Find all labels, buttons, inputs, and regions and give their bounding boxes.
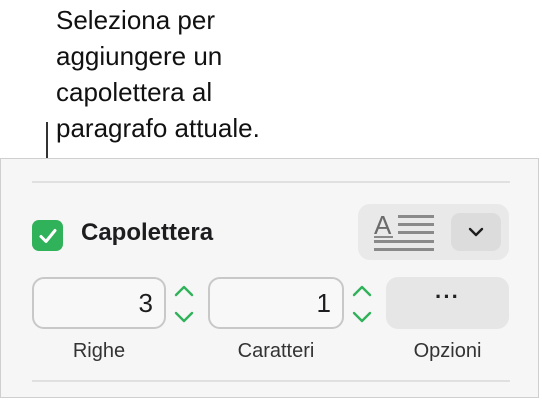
stepper-down-icon[interactable] <box>174 311 194 323</box>
options-button[interactable]: ··· <box>386 277 509 329</box>
drop-cap-checkbox[interactable] <box>32 220 63 251</box>
stepper-up-icon[interactable] <box>352 285 372 297</box>
options-label: Opzioni <box>413 340 482 362</box>
stepper-up-icon[interactable] <box>174 285 194 297</box>
callout-text: Seleziona per aggiungere un capolettera … <box>56 5 260 143</box>
drop-cap-style-control: A <box>358 204 509 260</box>
stepper-down-icon[interactable] <box>352 311 372 323</box>
rows-label: Righe <box>72 340 126 362</box>
drop-cap-style-dropdown-button[interactable] <box>451 213 501 251</box>
characters-field[interactable]: 1 <box>208 277 344 329</box>
svg-text:A: A <box>374 210 392 240</box>
top-divider <box>32 181 510 183</box>
characters-label: Caratteri <box>237 340 315 362</box>
checkmark-icon <box>39 228 56 243</box>
drop-cap-panel: Capolettera A 3 Righe 1 Caratteri ··· Op… <box>0 158 539 398</box>
drop-cap-label: Capolettera <box>81 219 214 246</box>
rows-field[interactable]: 3 <box>32 277 166 329</box>
rows-stepper[interactable] <box>173 283 195 327</box>
drop-cap-style-icon[interactable]: A <box>372 210 438 254</box>
characters-stepper[interactable] <box>351 283 373 327</box>
chevron-down-icon <box>468 227 484 237</box>
bottom-divider <box>32 380 510 382</box>
